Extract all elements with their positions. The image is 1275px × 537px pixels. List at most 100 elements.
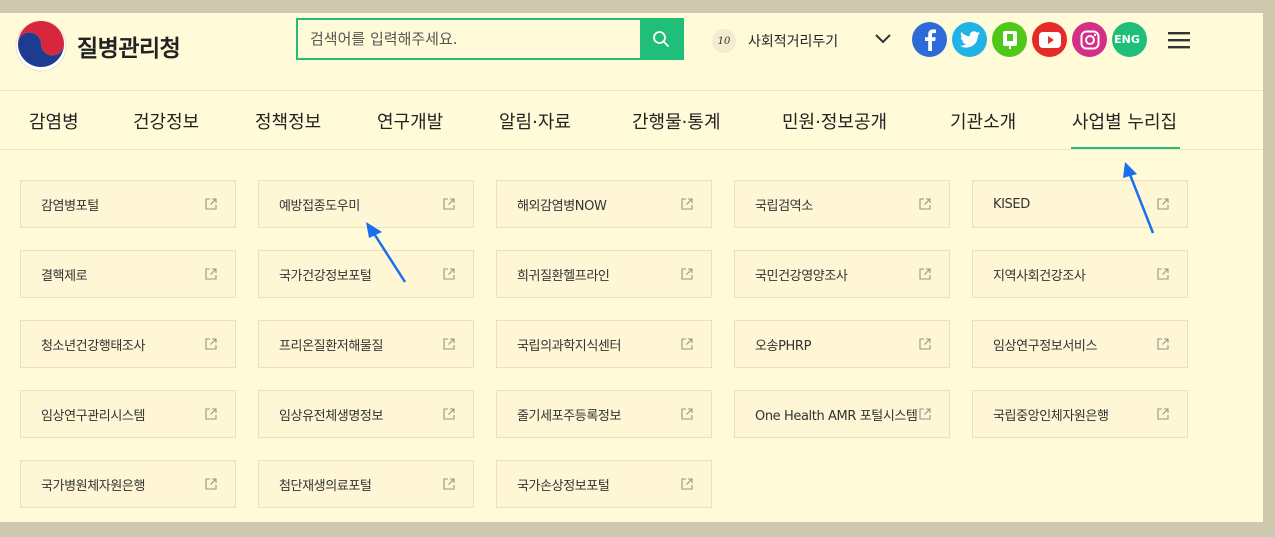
gnb-item-notices[interactable]: 알림·자료 <box>499 108 571 134</box>
site-link[interactable]: 임상연구관리시스템 <box>20 390 236 438</box>
kdca-logo[interactable]: 질병관리청 <box>15 20 181 72</box>
site-link-label: 국가손상정보포털 <box>517 478 610 494</box>
eng-label: ENG <box>1114 33 1140 46</box>
twitter-icon[interactable] <box>952 22 987 57</box>
gnb-divider <box>0 149 1263 150</box>
external-link-icon <box>205 478 217 490</box>
site-link-label: 청소년건강행태조사 <box>41 338 146 354</box>
site-link[interactable]: 국립검역소 <box>734 180 950 228</box>
gnb-item-health-info[interactable]: 건강정보 <box>133 108 199 134</box>
social-distancing-dropdown[interactable]: 10 사회적거리두기 <box>712 29 891 53</box>
site-link-label: 오송PHRP <box>755 338 812 354</box>
site-link-label: 국립중앙인체자원은행 <box>993 408 1109 424</box>
kakaostory-glyph-icon <box>1002 30 1017 49</box>
site-link[interactable]: 첨단재생의료포털 <box>258 460 474 508</box>
gnb-item-infectious-disease[interactable]: 감염병 <box>29 108 79 134</box>
external-link-icon <box>681 408 693 420</box>
site-link-label: 지역사회건강조사 <box>993 268 1086 284</box>
hamburger-menu-icon[interactable] <box>1168 30 1190 50</box>
site-link-label: KISED <box>993 196 1030 212</box>
instagram-glyph-icon <box>1080 30 1099 49</box>
site-link[interactable]: 오송PHRP <box>734 320 950 368</box>
site-link[interactable]: 줄기세포주등록정보 <box>496 390 712 438</box>
distance-label: 사회적거리두기 <box>748 34 839 50</box>
site-link-label: 해외감염병NOW <box>517 198 607 214</box>
external-link-icon <box>443 338 455 350</box>
site-link[interactable]: One Health AMR 포털시스템 <box>734 390 950 438</box>
gnb-item-publications[interactable]: 간행물·통계 <box>632 108 721 134</box>
search-button[interactable] <box>640 20 682 58</box>
instagram-icon[interactable] <box>1072 22 1107 57</box>
external-link-icon <box>443 478 455 490</box>
site-link[interactable]: 국가병원체자원은행 <box>20 460 236 508</box>
external-link-icon <box>919 338 931 350</box>
site-link[interactable]: 국립중앙인체자원은행 <box>972 390 1188 438</box>
external-link-icon <box>681 198 693 210</box>
facebook-icon[interactable] <box>912 22 947 57</box>
site-link[interactable]: 국가건강정보포털 <box>258 250 474 298</box>
search-icon <box>653 31 669 47</box>
gnb-item-project-sites[interactable]: 사업별 누리집 <box>1072 108 1177 134</box>
site-link[interactable]: 프리온질환저해물질 <box>258 320 474 368</box>
eng-link[interactable]: ENG <box>1112 22 1147 57</box>
site-link[interactable]: 임상연구정보서비스 <box>972 320 1188 368</box>
chevron-down-icon <box>875 34 891 44</box>
site-link-label: 국가병원체자원은행 <box>41 478 146 494</box>
gnb-item-civil-service[interactable]: 민원·정보공개 <box>782 108 887 134</box>
external-link-icon <box>681 338 693 350</box>
site-link[interactable]: 결핵제로 <box>20 250 236 298</box>
external-link-icon <box>443 198 455 210</box>
site-link-label: 국가건강정보포털 <box>279 268 372 284</box>
site-link-label: 국립의과학지식센터 <box>517 338 622 354</box>
site-link[interactable]: 임상유전체생명정보 <box>258 390 474 438</box>
external-link-icon <box>1157 198 1169 210</box>
gnb-item-about[interactable]: 기관소개 <box>950 108 1016 134</box>
external-link-icon <box>205 268 217 280</box>
external-link-icon <box>919 408 931 420</box>
gnb-item-policy-info[interactable]: 정책정보 <box>255 108 321 134</box>
external-link-icon <box>919 268 931 280</box>
page: 질병관리청 10 사회적거리두기 <box>0 13 1263 522</box>
external-link-icon <box>205 408 217 420</box>
external-link-icon <box>443 408 455 420</box>
taegeuk-emblem-icon <box>15 20 67 72</box>
external-link-icon <box>919 198 931 210</box>
external-link-icon <box>1157 338 1169 350</box>
site-link[interactable]: 지역사회건강조사 <box>972 250 1188 298</box>
external-link-icon <box>681 268 693 280</box>
site-link[interactable]: 청소년건강행태조사 <box>20 320 236 368</box>
search-input[interactable] <box>298 20 642 58</box>
external-link-icon <box>205 198 217 210</box>
site-link-label: 첨단재생의료포털 <box>279 478 372 494</box>
site-link-label: 예방접종도우미 <box>279 198 360 214</box>
external-link-icon <box>205 338 217 350</box>
site-link[interactable]: 국가손상정보포털 <box>496 460 712 508</box>
external-link-icon <box>1157 408 1169 420</box>
gnb-item-research[interactable]: 연구개발 <box>377 108 443 134</box>
sns-links: ENG <box>912 22 1152 57</box>
site-link[interactable]: 국민건강영양조사 <box>734 250 950 298</box>
site-link-label: 임상유전체생명정보 <box>279 408 384 424</box>
site-link[interactable]: 감염병포털 <box>20 180 236 228</box>
site-link[interactable]: 해외감염병NOW <box>496 180 712 228</box>
site-link[interactable]: KISED <box>972 180 1188 228</box>
youtube-glyph-icon <box>1038 31 1061 48</box>
external-link-icon <box>443 268 455 280</box>
site-link-label: 임상연구관리시스템 <box>41 408 146 424</box>
site-link-label: 결핵제로 <box>41 268 88 284</box>
site-link[interactable]: 국립의과학지식센터 <box>496 320 712 368</box>
site-link-label: One Health AMR 포털시스템 <box>755 408 918 424</box>
site-link-label: 국립검역소 <box>755 198 813 214</box>
kakaostory-icon[interactable] <box>992 22 1027 57</box>
site-link-label: 프리온질환저해물질 <box>279 338 384 354</box>
site-link-label: 감염병포털 <box>41 198 99 214</box>
logo-text: 질병관리청 <box>77 36 181 62</box>
site-link-label: 국민건강영양조사 <box>755 268 848 284</box>
external-link-icon <box>681 478 693 490</box>
distance-level-badge: 10 <box>712 29 736 53</box>
site-link[interactable]: 희귀질환헬프라인 <box>496 250 712 298</box>
site-link[interactable]: 예방접종도우미 <box>258 180 474 228</box>
site-link-label: 임상연구정보서비스 <box>993 338 1098 354</box>
facebook-glyph-icon <box>924 28 936 51</box>
youtube-icon[interactable] <box>1032 22 1067 57</box>
